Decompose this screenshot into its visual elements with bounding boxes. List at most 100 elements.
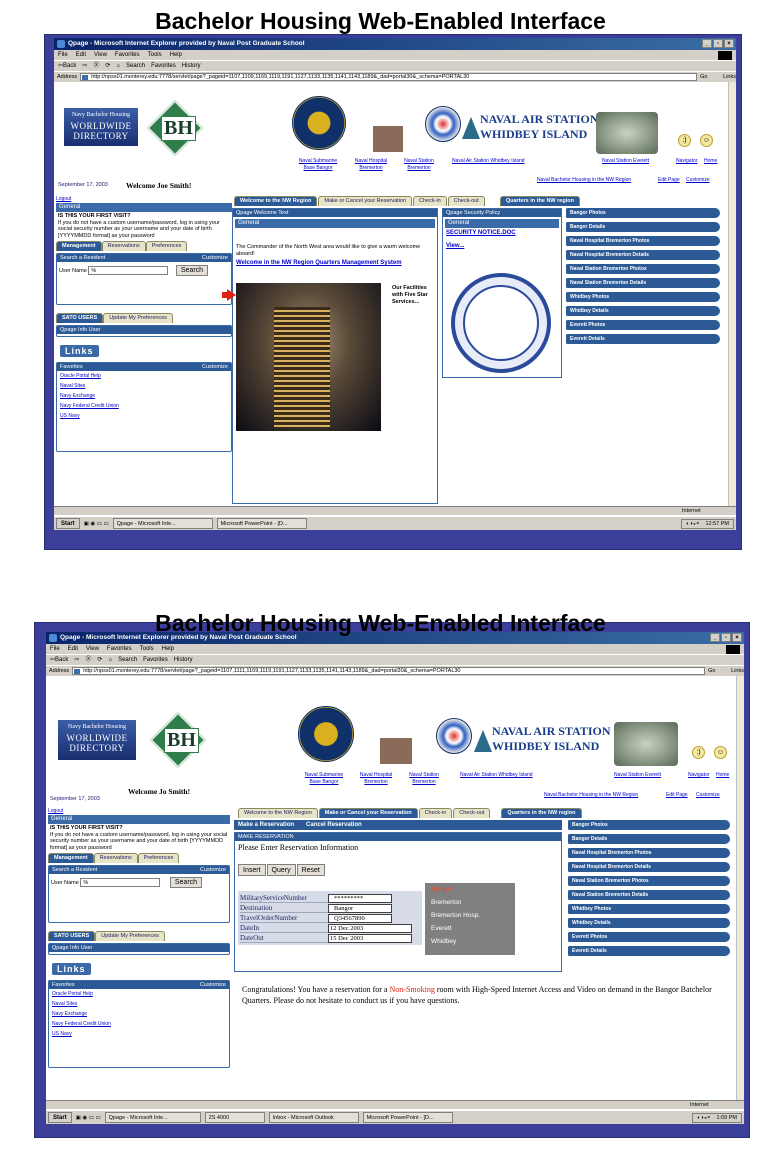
tab-preferences-2[interactable]: Preferences bbox=[137, 853, 180, 863]
dd-option-bremerton[interactable]: Bremerton bbox=[425, 896, 515, 909]
link-sub-base-bangor-2[interactable]: Naval Submarine Base Bangor bbox=[300, 772, 348, 786]
favorites-customize-link[interactable]: Customize bbox=[202, 363, 228, 371]
security-notice-link[interactable]: SECURITY NOTICE.DOC bbox=[443, 230, 561, 237]
menu-tools-2[interactable]: Tools bbox=[140, 644, 154, 654]
dd-option-bremerton-hosp[interactable]: Bremerton Hosp. bbox=[425, 909, 515, 922]
search-button[interactable]: Search bbox=[126, 61, 145, 71]
tab-welcome-nw[interactable]: Welcome to the NW Region bbox=[234, 196, 318, 206]
link-edit-page[interactable]: Edit Page bbox=[658, 177, 680, 184]
subtab-cancel-reservation[interactable]: Cancel Reservation bbox=[306, 820, 362, 830]
region-bangor-details[interactable]: Bangor Details bbox=[566, 222, 720, 232]
region-nh-bremerton-details[interactable]: Naval Hospital Bremerton Details bbox=[566, 250, 720, 260]
tab-reservations-2[interactable]: Reservations bbox=[93, 853, 138, 863]
navigator-smiley-icon-2[interactable]: :) bbox=[692, 746, 705, 759]
home-button-2[interactable]: ⌂ bbox=[108, 655, 112, 665]
tab-reservations[interactable]: Reservations bbox=[101, 241, 146, 251]
tab-quarters-nw-2[interactable]: Quarters in the NW region bbox=[501, 808, 582, 818]
reset-button[interactable]: Reset bbox=[296, 864, 325, 876]
input-service-number[interactable]: ********* bbox=[328, 893, 392, 903]
dd-option-whidbey[interactable]: Whidbey bbox=[425, 935, 515, 948]
menu-file-2[interactable]: File bbox=[50, 644, 60, 654]
start-button-2[interactable]: Start bbox=[48, 1112, 72, 1123]
menu-file[interactable]: File bbox=[58, 50, 68, 60]
subtab-make-reservation[interactable]: Make a Reservation bbox=[238, 820, 294, 830]
link-station-bremerton[interactable]: Naval Station Bremerton bbox=[399, 158, 439, 172]
tab-welcome-nw-2[interactable]: Welcome to the NW Region bbox=[238, 808, 318, 818]
region2-ns-bremerton-details[interactable]: Naval Station Bremerton Details bbox=[568, 890, 730, 900]
menu-edit[interactable]: Edit bbox=[76, 50, 86, 60]
tab-management[interactable]: Management bbox=[56, 241, 102, 251]
links-button-2[interactable]: Links bbox=[731, 666, 744, 677]
input-date-out[interactable]: 15 Dec 2003 bbox=[328, 933, 412, 943]
region2-nh-bremerton-photos[interactable]: Naval Hospital Bremerton Photos bbox=[568, 848, 730, 858]
region-ns-bremerton-photos[interactable]: Naval Station Bremerton Photos bbox=[566, 264, 720, 274]
refresh-button-2[interactable]: ⟳ bbox=[97, 655, 102, 665]
tab-check-in-2[interactable]: Check-in bbox=[418, 808, 453, 818]
menu-favorites[interactable]: Favorites bbox=[115, 50, 140, 60]
tab-sato-users[interactable]: SATO USERS bbox=[56, 313, 104, 323]
dd-option-everett[interactable]: Everett bbox=[425, 922, 515, 935]
link-home-2[interactable]: Home bbox=[716, 772, 729, 779]
input-travel-order[interactable]: Q34567890 bbox=[328, 913, 392, 923]
search-customize-link[interactable]: Customize bbox=[202, 254, 228, 262]
link-customize[interactable]: Customize bbox=[686, 177, 710, 184]
menu-view[interactable]: View bbox=[94, 50, 107, 60]
link-customize-2[interactable]: Customize bbox=[696, 792, 720, 799]
history-button[interactable]: History bbox=[182, 61, 201, 71]
region2-everett-photos[interactable]: Everett Photos bbox=[568, 932, 730, 942]
query-button[interactable]: Query bbox=[266, 864, 296, 876]
task-2s4000[interactable]: 2S 4000 bbox=[204, 1112, 265, 1123]
links-button[interactable]: Links bbox=[723, 72, 736, 83]
tab-make-cancel[interactable]: Make or Cancel your Reservation bbox=[318, 196, 413, 206]
tab-management-2[interactable]: Management bbox=[48, 853, 94, 863]
link-navigator[interactable]: Navigator bbox=[676, 158, 697, 165]
back-button-2[interactable]: ⇦Back bbox=[50, 655, 68, 665]
user-name-input-2[interactable]: % bbox=[80, 878, 161, 887]
select-destination[interactable]: Bangor bbox=[328, 903, 392, 913]
link-bachelor-housing-nw-2[interactable]: Naval Bachelor Housing in the NW Region bbox=[544, 792, 638, 799]
go-button[interactable]: Go bbox=[700, 72, 720, 83]
region2-everett-details[interactable]: Everett Details bbox=[568, 946, 730, 956]
fav-oracle-portal-help[interactable]: Oracle Portal Help bbox=[57, 371, 231, 381]
fav-us-navy-2[interactable]: US Navy bbox=[49, 1029, 229, 1039]
welcome-system-link[interactable]: Welcome in the NW Region Quarters Manage… bbox=[233, 260, 437, 267]
logout-link-2[interactable]: Logout bbox=[48, 808, 230, 815]
link-station-bremerton-2[interactable]: Naval Station Bremerton bbox=[404, 772, 444, 786]
home-smiley-icon[interactable]: ☺ bbox=[700, 134, 713, 147]
input-date-in[interactable]: 12 Dec 2003 bbox=[328, 923, 412, 933]
vertical-scrollbar-2[interactable] bbox=[736, 676, 744, 1100]
search-submit-button-2[interactable]: Search bbox=[169, 877, 203, 888]
tab-update-preferences-2[interactable]: Update My Preferences bbox=[95, 931, 166, 941]
link-bachelor-housing-nw[interactable]: Naval Bachelor Housing in the NW Region bbox=[537, 177, 631, 184]
tab-check-out[interactable]: Check-out bbox=[447, 196, 485, 206]
fav-navy-exchange-2[interactable]: Navy Exchange bbox=[49, 1009, 229, 1019]
favorites-customize-link-2[interactable]: Customize bbox=[200, 981, 226, 989]
insert-button[interactable]: Insert bbox=[238, 864, 266, 876]
link-navigator-2[interactable]: Navigator bbox=[688, 772, 709, 779]
history-button-2[interactable]: History bbox=[174, 655, 193, 665]
tab-check-in[interactable]: Check-in bbox=[413, 196, 447, 206]
link-station-everett[interactable]: Naval Station Everett bbox=[602, 158, 649, 165]
menu-favorites-2[interactable]: Favorites bbox=[107, 644, 132, 654]
tab-preferences[interactable]: Preferences bbox=[145, 241, 188, 251]
fav-us-navy[interactable]: US Navy bbox=[57, 411, 231, 421]
link-nas-whidbey-2[interactable]: Naval Air Station Whidbey Island bbox=[460, 772, 533, 779]
tab-sato-users-2[interactable]: SATO USERS bbox=[48, 931, 96, 941]
address-input-2[interactable]: http://npss01.monterey.edu:7778/servlet/… bbox=[72, 667, 706, 675]
region-ns-bremerton-details[interactable]: Naval Station Bremerton Details bbox=[566, 278, 720, 288]
fav-naval-sites-2[interactable]: Naval Sites bbox=[49, 999, 229, 1009]
stop-button-2[interactable]: Ⓧ bbox=[85, 655, 91, 665]
fav-oracle-portal-help-2[interactable]: Oracle Portal Help bbox=[49, 989, 229, 999]
menu-edit-2[interactable]: Edit bbox=[68, 644, 78, 654]
destination-dropdown[interactable]: Bangor Bremerton Bremerton Hosp. Everett… bbox=[425, 883, 515, 955]
region2-ns-bremerton-photos[interactable]: Naval Station Bremerton Photos bbox=[568, 876, 730, 886]
search-customize-link-2[interactable]: Customize bbox=[200, 866, 226, 874]
menu-tools[interactable]: Tools bbox=[148, 50, 162, 60]
tab-check-out-2[interactable]: Check-out bbox=[453, 808, 491, 818]
region2-whidbey-photos[interactable]: Whidbey Photos bbox=[568, 904, 730, 914]
region-whidbey-details[interactable]: Whidbey Details bbox=[566, 306, 720, 316]
task-outlook[interactable]: Inbox - Microsoft Outlook bbox=[268, 1112, 359, 1123]
forward-button[interactable]: ⇨ bbox=[82, 61, 87, 71]
link-hospital-bremerton[interactable]: Naval Hospital Bremerton bbox=[351, 158, 391, 172]
region-nh-bremerton-photos[interactable]: Naval Hospital Bremerton Photos bbox=[566, 236, 720, 246]
